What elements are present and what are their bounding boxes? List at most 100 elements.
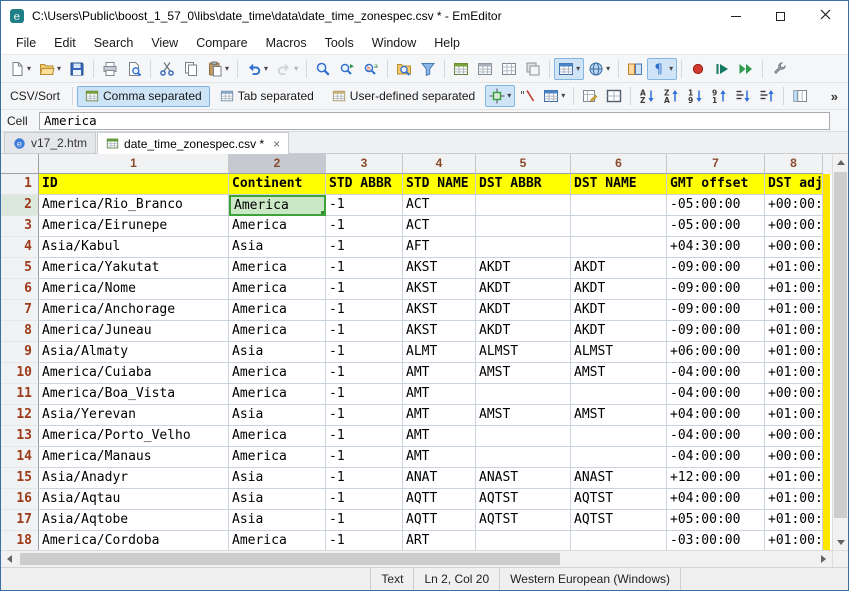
grid-cell[interactable]: America xyxy=(229,216,326,237)
grid-cell[interactable] xyxy=(571,195,667,216)
grid-corner[interactable] xyxy=(1,154,39,174)
grid-cell[interactable]: America xyxy=(229,300,326,321)
grid-cell[interactable]: Asia xyxy=(229,342,326,363)
grid-cell[interactable]: AMT xyxy=(403,384,476,405)
record-macro-button[interactable] xyxy=(686,58,710,80)
status-encoding[interactable]: Western European (Windows) xyxy=(499,568,680,590)
grid-cell[interactable]: -1 xyxy=(326,300,403,321)
grid-cell[interactable]: AQTST xyxy=(476,510,571,531)
grid-cell[interactable]: Asia xyxy=(229,237,326,258)
table-lines-button[interactable] xyxy=(497,58,521,80)
grid-cell[interactable]: +04:00:00 xyxy=(667,405,765,426)
grid-cell[interactable]: +01:00: xyxy=(765,321,823,342)
sort-length-descending-button[interactable] xyxy=(755,85,779,107)
sort-az-ascending-button[interactable]: AZ xyxy=(635,85,659,107)
grid-cell[interactable]: -1 xyxy=(326,468,403,489)
cell-value-input[interactable] xyxy=(39,112,830,130)
unquote-button[interactable]: " xyxy=(515,85,539,107)
document-tab-date-time-zonespec-csv[interactable]: date_time_zonespec.csv *× xyxy=(97,132,289,154)
copy-button[interactable] xyxy=(179,58,203,80)
row-number[interactable]: 7 xyxy=(1,300,39,321)
encoding-button[interactable]: ▾ xyxy=(584,58,614,80)
grid-cell[interactable]: AKDT xyxy=(476,258,571,279)
grid-cell[interactable]: AMT xyxy=(403,447,476,468)
grid-cell[interactable]: America/Manaus xyxy=(39,447,229,468)
grid-cell[interactable]: -1 xyxy=(326,279,403,300)
grid-cell[interactable]: +01:00: xyxy=(765,468,823,489)
grid-cell[interactable]: STD ABBR xyxy=(326,174,403,195)
grid-cell[interactable]: AKDT xyxy=(571,321,667,342)
grid-cell[interactable]: AKDT xyxy=(571,300,667,321)
grid-cell[interactable]: AKST xyxy=(403,279,476,300)
row-number[interactable]: 12 xyxy=(1,405,39,426)
column-header-3[interactable]: 3 xyxy=(326,154,403,174)
grid-cell[interactable]: AQTT xyxy=(403,510,476,531)
grid-cell[interactable] xyxy=(476,237,571,258)
grid-cell[interactable]: -09:00:00 xyxy=(667,258,765,279)
scroll-right-arrow[interactable] xyxy=(815,551,832,567)
grid-cell[interactable]: ALMT xyxy=(403,342,476,363)
grid-cell[interactable]: +01:00: xyxy=(765,342,823,363)
menu-edit[interactable]: Edit xyxy=(45,33,85,53)
grid-cell[interactable] xyxy=(571,447,667,468)
redo-button[interactable]: ▾ xyxy=(272,58,302,80)
scroll-down-arrow[interactable] xyxy=(833,534,848,550)
grid-cell[interactable]: America/Porto_Velho xyxy=(39,426,229,447)
grid-cell[interactable]: +00:00: xyxy=(765,384,823,405)
mode-user-defined-separated[interactable]: User-defined separated xyxy=(324,86,483,107)
column-header-2[interactable]: 2 xyxy=(229,154,326,174)
grid-cell[interactable]: -04:00:00 xyxy=(667,426,765,447)
menu-compare[interactable]: Compare xyxy=(187,33,256,53)
grid-cell[interactable]: -1 xyxy=(326,363,403,384)
document-tab-v17-2-htm[interactable]: ev17_2.htm xyxy=(4,132,96,153)
grid-cell[interactable]: -1 xyxy=(326,258,403,279)
grid-cell[interactable]: America xyxy=(229,363,326,384)
grid-cell[interactable]: Asia/Almaty xyxy=(39,342,229,363)
grid-cell[interactable]: -1 xyxy=(326,321,403,342)
tab-close-button[interactable]: × xyxy=(273,137,280,151)
grid-cell[interactable]: ART xyxy=(403,531,476,550)
row-number[interactable]: 6 xyxy=(1,279,39,300)
menu-view[interactable]: View xyxy=(142,33,187,53)
grid-cell[interactable]: America xyxy=(229,258,326,279)
grid-cell[interactable] xyxy=(476,447,571,468)
grid-cell[interactable] xyxy=(476,426,571,447)
row-number[interactable]: 13 xyxy=(1,426,39,447)
grid-cell[interactable]: AMT xyxy=(403,426,476,447)
manage-columns-button[interactable] xyxy=(788,85,812,107)
grid-cell[interactable]: America/Juneau xyxy=(39,321,229,342)
grid-cell[interactable]: Asia/Aqtau xyxy=(39,489,229,510)
sort-numeric-descending-button[interactable]: 91 xyxy=(707,85,731,107)
grid-cell[interactable]: -04:00:00 xyxy=(667,447,765,468)
grid-cell[interactable]: +01:00: xyxy=(765,405,823,426)
mode-comma-separated[interactable]: Comma separated xyxy=(77,86,210,107)
grid-cell[interactable]: -1 xyxy=(326,510,403,531)
grid-cell[interactable]: AKDT xyxy=(571,258,667,279)
grid-cell[interactable]: AQTT xyxy=(403,489,476,510)
grid-cell[interactable]: -09:00:00 xyxy=(667,279,765,300)
row-number[interactable]: 11 xyxy=(1,384,39,405)
grid-cell[interactable]: -05:00:00 xyxy=(667,195,765,216)
customize-button[interactable] xyxy=(767,58,791,80)
grid-cell[interactable]: ID xyxy=(39,174,229,195)
play-macro-button[interactable] xyxy=(710,58,734,80)
grid-cell[interactable]: America/Anchorage xyxy=(39,300,229,321)
grid-cell[interactable] xyxy=(571,531,667,550)
grid-cell[interactable]: -09:00:00 xyxy=(667,300,765,321)
row-number[interactable]: 18 xyxy=(1,531,39,550)
workspace-button[interactable] xyxy=(521,58,545,80)
grid-cell[interactable]: +06:00:00 xyxy=(667,342,765,363)
save-button[interactable] xyxy=(65,58,89,80)
marks-button[interactable]: ¶▾ xyxy=(647,58,677,80)
grid-cell[interactable]: +01:00: xyxy=(765,363,823,384)
grid-cell[interactable] xyxy=(476,195,571,216)
grid-cell[interactable]: -04:00:00 xyxy=(667,363,765,384)
row-number[interactable]: 5 xyxy=(1,258,39,279)
grid-cell[interactable]: America/Cuiaba xyxy=(39,363,229,384)
grid-cell[interactable]: AMST xyxy=(571,363,667,384)
grid-cell[interactable]: America xyxy=(229,321,326,342)
grid-cell[interactable]: AFT xyxy=(403,237,476,258)
grid-cell[interactable]: +05:00:00 xyxy=(667,510,765,531)
menu-window[interactable]: Window xyxy=(363,33,425,53)
grid-cell[interactable] xyxy=(571,384,667,405)
